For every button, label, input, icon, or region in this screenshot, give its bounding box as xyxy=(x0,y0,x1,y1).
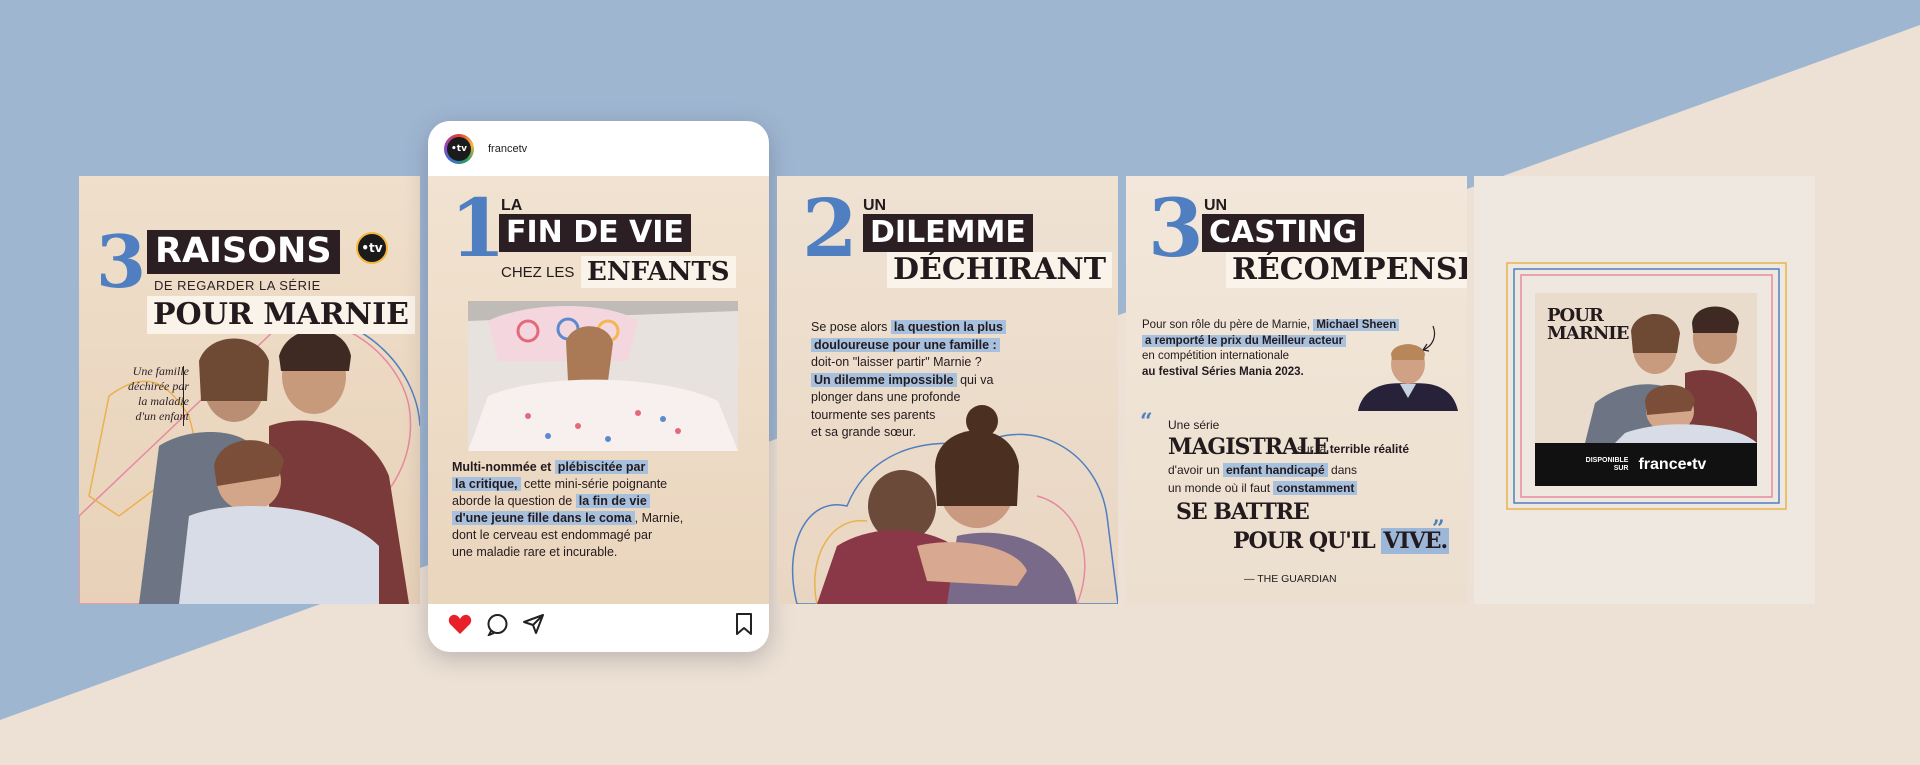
heart-icon[interactable] xyxy=(448,613,472,635)
body-text-segment: douloureuse pour une famille : xyxy=(811,337,1000,352)
body-line: d'une jeune fille dans le coma, Marnie, xyxy=(452,510,683,527)
quote-line-2: sur la terrible réalité xyxy=(1297,442,1410,456)
body-line: une maladie rare et incurable. xyxy=(452,544,683,561)
slide-2-title: FIN DE VIE xyxy=(499,214,691,252)
slide-4-casting: 3 UN CASTING RÉCOMPENSÉ Pour son rôle du… xyxy=(1126,176,1467,604)
body-line: tourmente ses parents xyxy=(811,407,1006,425)
slide-4-title: CASTING xyxy=(1202,214,1365,252)
body-line: doit-on "laisser partir" Marnie ? xyxy=(811,354,1006,372)
quote-source: — THE GUARDIAN xyxy=(1244,573,1337,585)
post-actions xyxy=(428,597,769,652)
quote-pour-qu-il-vive: POUR QU'IL VIVE. xyxy=(1233,528,1450,554)
available-on-text: DISPONIBLE SUR xyxy=(1585,456,1629,472)
body-text-segment: d'une jeune fille dans le coma xyxy=(452,511,635,525)
slide-3-title: DILEMME xyxy=(863,214,1033,252)
reason-number-1: 1 xyxy=(450,181,506,275)
body-text-segment: , Marnie, xyxy=(634,511,684,525)
slide-4-body: Pour son rôle du père de Marnie, Michael… xyxy=(1142,318,1400,381)
slide-3-dilemma: 2 UN DILEMME DÉCHIRANT Se pose alors la … xyxy=(777,176,1118,604)
quote-line-4: un monde où il faut constamment xyxy=(1168,481,1358,495)
body-text-segment: Multi-nommée et xyxy=(452,460,555,474)
body-line: aborde la question de la fin de vie xyxy=(452,493,683,510)
slide-2-body: Multi-nommée et plébiscitée par la critiq… xyxy=(452,459,683,561)
slide-4-title-recompense: RÉCOMPENSÉ xyxy=(1226,252,1467,288)
slide-3-body: Se pose alors la question la plus doulour… xyxy=(811,319,1006,442)
body-text-segment: Se pose alors xyxy=(811,320,891,334)
body-text-segment: au festival Séries Mania 2023. xyxy=(1142,365,1304,378)
body-text-segment: Michael Sheen xyxy=(1313,319,1400,331)
post-header: •tv francetv xyxy=(428,121,769,176)
body-line: Un dilemme impossible qui va xyxy=(811,372,1006,390)
body-line: Se pose alors la question la plus xyxy=(811,319,1006,337)
body-text-segment: aborde la question de xyxy=(452,494,576,508)
logo-text: •tv xyxy=(361,241,383,255)
body-text-segment: Pour son rôle du père de Marnie, xyxy=(1142,319,1314,331)
reason-number-2: 2 xyxy=(802,181,858,275)
caption-divider xyxy=(183,366,184,426)
francetv-logo: •tv xyxy=(356,232,388,264)
quote-line-3: d'avoir un enfant handicapé dans xyxy=(1168,463,1358,477)
slide-2-end-of-life: 1 LA FIN DE VIE CHEZ LES ENFANTS Multi-n… xyxy=(428,176,769,604)
pointer-arrow-icon xyxy=(1422,325,1436,352)
open-quote-icon: “ xyxy=(1140,409,1153,435)
body-line: et sa grande sœur. xyxy=(811,424,1006,442)
slide-1-three-reasons: 3 RAISONS •tv DE REGARDER LA SÉRIE POUR … xyxy=(79,176,420,604)
bookmark-icon[interactable] xyxy=(735,613,753,635)
body-text-segment: en compétition internationale xyxy=(1142,350,1290,362)
body-line: plonger dans une profonde xyxy=(811,389,1006,407)
body-line: a remporté le prix du Meilleur acteur xyxy=(1142,334,1399,350)
body-text-segment: cette mini-série poignante xyxy=(520,477,668,491)
slide-3-word-un: UN xyxy=(863,197,887,214)
quote-line-1: Une série xyxy=(1168,418,1220,432)
show-title-label: POUR MARNIE xyxy=(147,296,415,334)
profile-avatar[interactable]: •tv xyxy=(444,133,474,164)
body-line: la critique, cette mini-série poignante xyxy=(452,476,683,493)
body-text-segment: a remporté le prix du Meilleur acteur xyxy=(1142,334,1347,347)
body-line: douloureuse pour une famille : xyxy=(811,337,1006,355)
body-line: Multi-nommée et plébiscitée par xyxy=(452,459,683,476)
close-quote-icon: ” xyxy=(1432,516,1445,542)
reason-number-3: 3 xyxy=(1148,181,1204,275)
reason-count-number: 3 xyxy=(96,219,147,304)
body-text-segment: qui va xyxy=(956,372,994,387)
body-text-segment: et sa grande sœur. xyxy=(811,425,916,439)
body-text-segment: plébiscitée par xyxy=(554,460,649,474)
account-handle[interactable]: francetv xyxy=(488,143,527,155)
body-line: Pour son rôle du père de Marnie, Michael… xyxy=(1142,318,1400,334)
slide-2-title-enfants: ENFANTS xyxy=(581,256,736,288)
comment-icon[interactable] xyxy=(486,613,509,636)
hospital-bed-photo xyxy=(468,301,738,451)
share-icon[interactable] xyxy=(522,613,545,635)
avatar-logo: •tv xyxy=(447,136,471,161)
slide-1-title: RAISONS xyxy=(147,230,340,274)
slide-4-word-un: UN xyxy=(1204,197,1228,214)
show-poster: POUR MARNIE DISPONIBLE SUR france•tv xyxy=(1535,293,1757,486)
body-line: au festival Séries Mania 2023. xyxy=(1142,365,1399,381)
family-photo xyxy=(79,316,420,604)
slide-2-word-chez-les: CHEZ LES xyxy=(501,264,575,281)
platform-logo: france•tv xyxy=(1638,455,1707,473)
slide-3-title-dechirant: DÉCHIRANT xyxy=(887,252,1113,288)
body-text-segment: une maladie rare et incurable. xyxy=(452,545,618,559)
body-text-segment: la fin de vie xyxy=(575,494,650,508)
poster-title: POUR MARNIE xyxy=(1547,305,1629,344)
body-text-segment: la critique, xyxy=(452,477,521,491)
slide-2-word-la: LA xyxy=(501,197,523,214)
quote-se-battre: SE BATTRE xyxy=(1176,499,1310,525)
body-text-segment: dont le cerveau est endommagé par xyxy=(452,528,653,542)
slide-5-availability: POUR MARNIE DISPONIBLE SUR france•tv xyxy=(1474,176,1815,604)
availability-banner: DISPONIBLE SUR france•tv xyxy=(1535,443,1757,486)
body-text-segment: Un dilemme impossible xyxy=(811,372,957,387)
body-line: dont le cerveau est endommagé par xyxy=(452,527,683,544)
body-text-segment: tourmente ses parents xyxy=(811,407,936,422)
body-text-segment: doit-on "laisser partir" Marnie ? xyxy=(811,355,982,369)
body-text-segment: plonger dans une profonde xyxy=(811,390,961,404)
slide-1-subtitle: DE REGARDER LA SÉRIE xyxy=(154,278,321,293)
body-text-segment: la question la plus xyxy=(890,320,1006,334)
family-caption: Une famille déchirée par la maladie d'un… xyxy=(128,364,189,423)
body-line: en compétition internationale xyxy=(1142,349,1399,365)
